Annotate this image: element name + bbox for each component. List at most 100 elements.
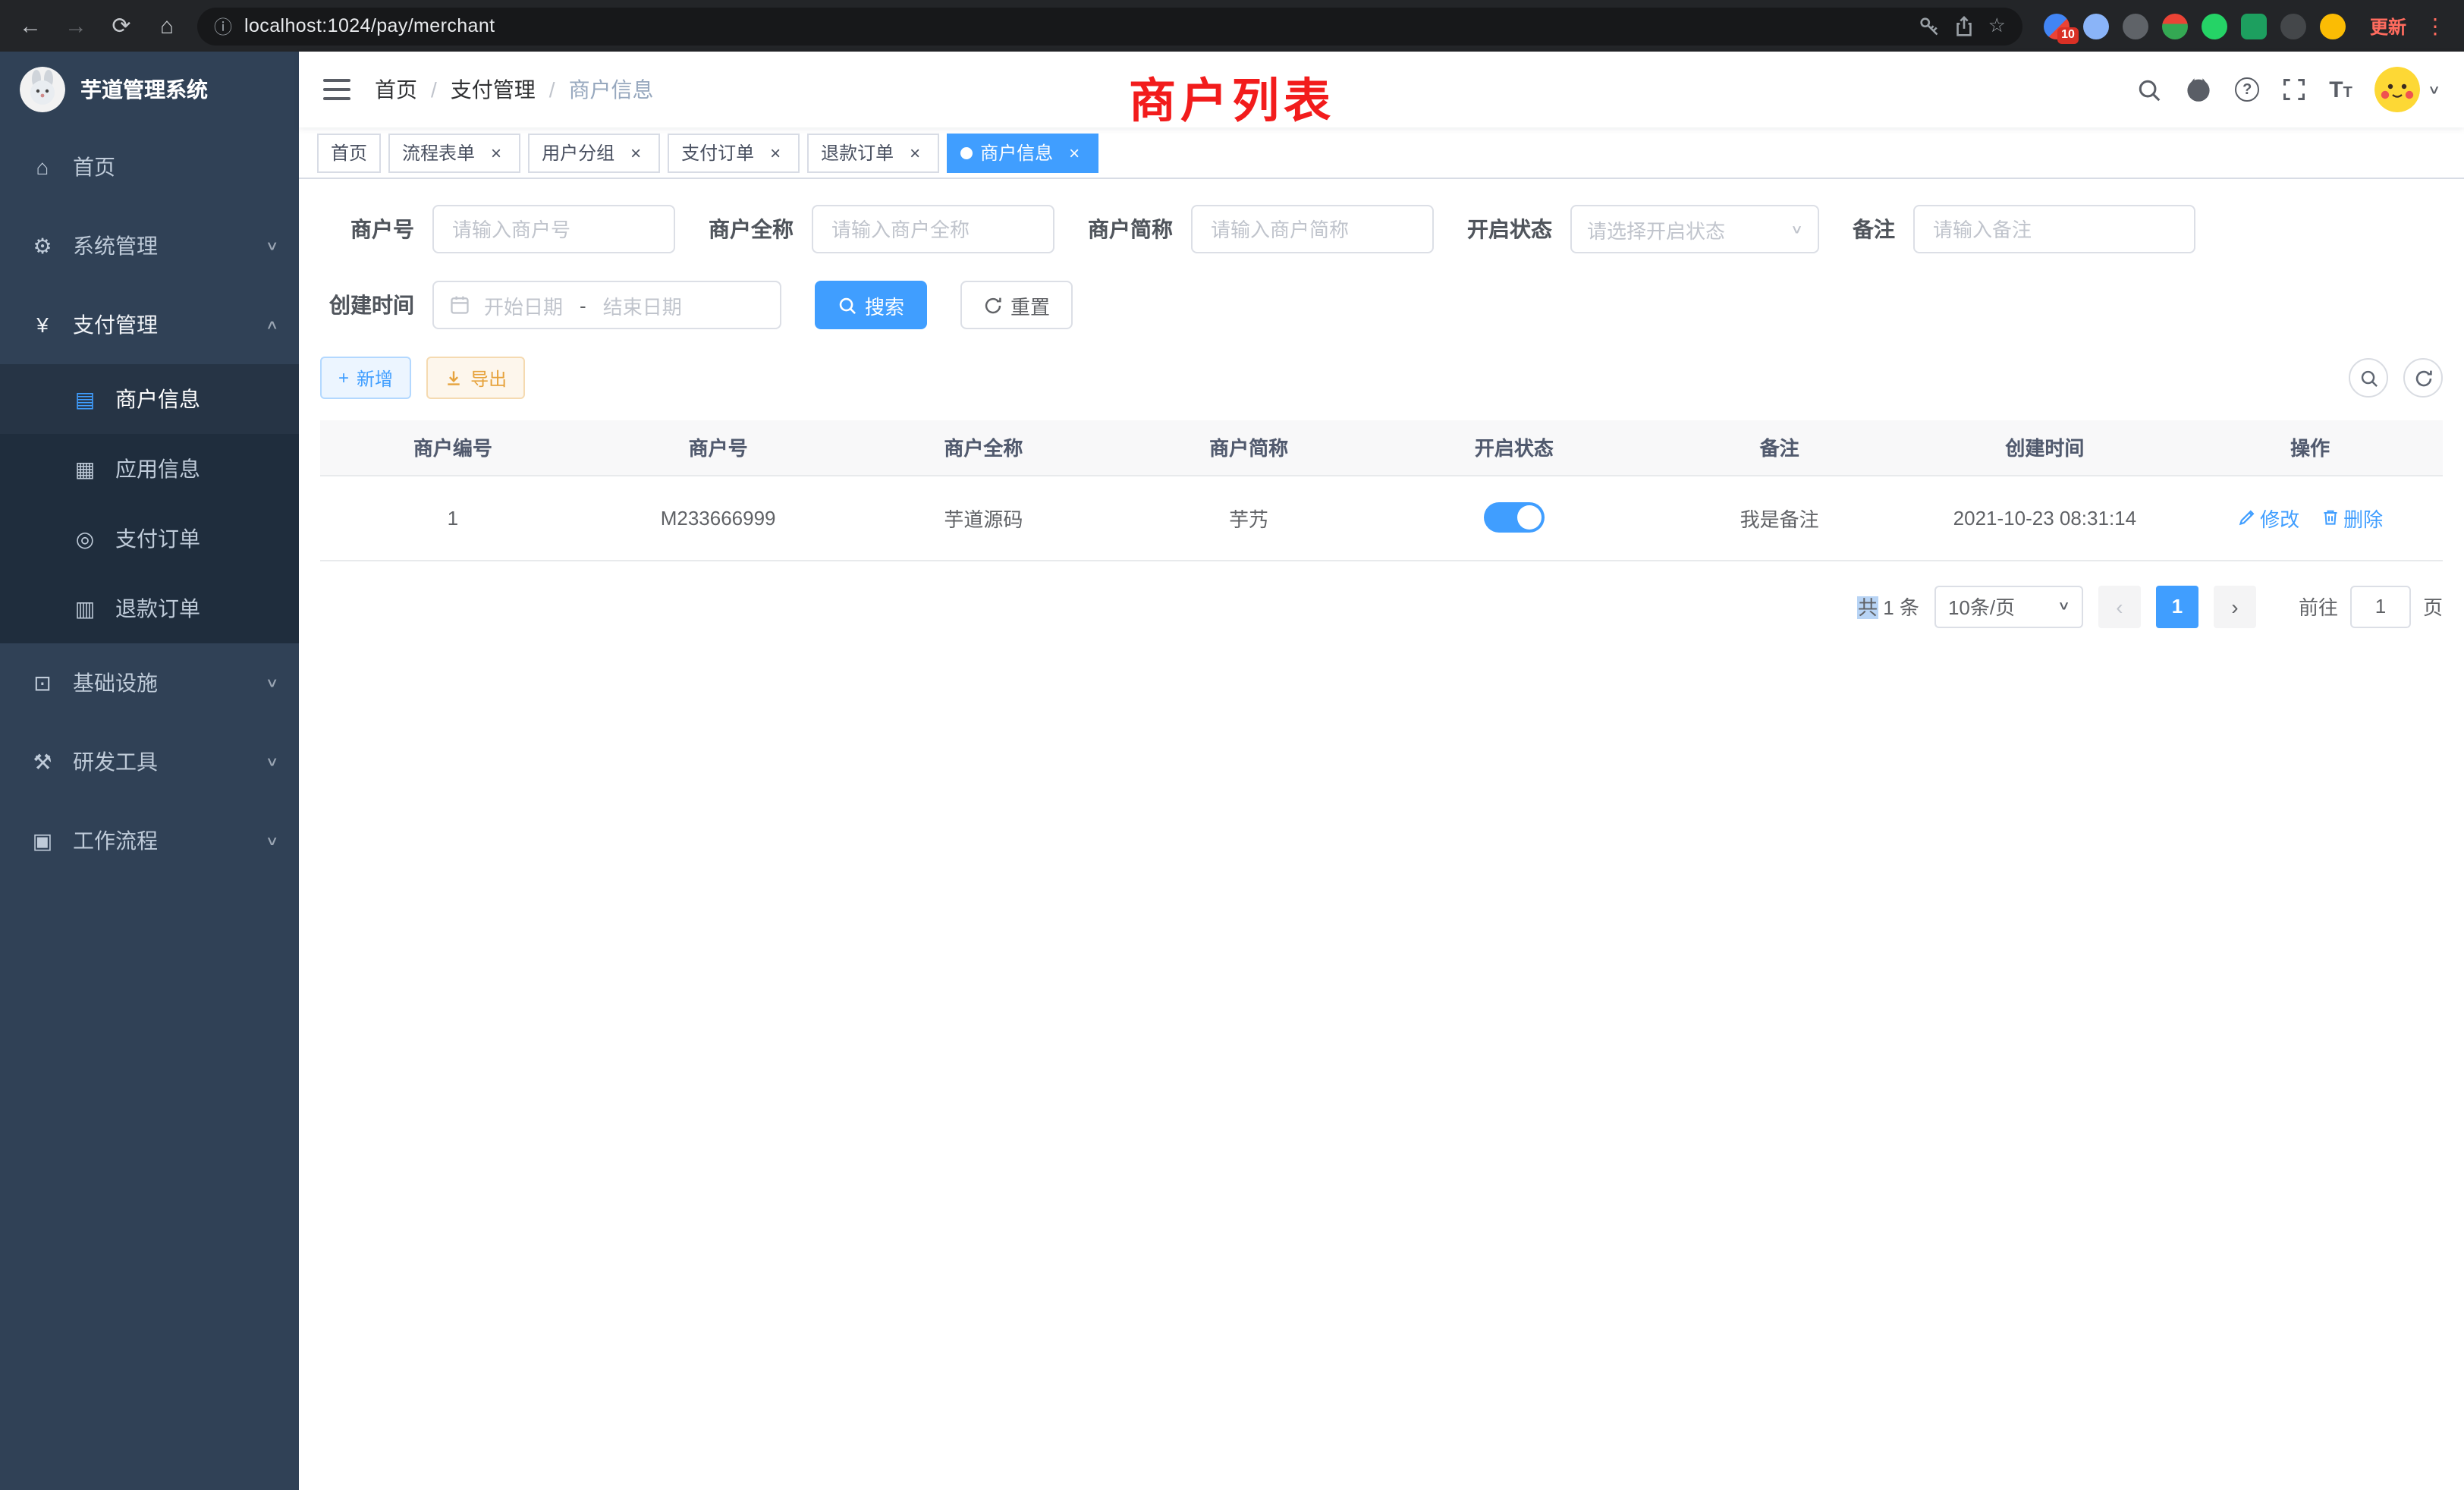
logo-avatar [20,67,65,112]
sidebar-item-merchant-info[interactable]: ▤ 商户信息 [0,364,299,434]
extension-icon[interactable] [2280,13,2306,39]
tab-process-form[interactable]: 流程表单 × [388,133,520,172]
address-bar[interactable]: ⓘ localhost:1024/pay/merchant ☆ [197,7,2022,45]
extension-icon[interactable] [2162,13,2188,39]
tab-payment-orders[interactable]: 支付订单 × [668,133,800,172]
extension-icon[interactable] [2241,13,2267,39]
cell-merchant-no: M233666999 [586,475,851,560]
font-size-icon[interactable]: TT [2329,77,2352,102]
app-logo[interactable]: 芋道管理系统 [0,52,299,127]
field-merchant-no: 商户号 [320,205,675,253]
merchant-no-input[interactable] [432,205,675,253]
close-icon[interactable]: × [765,142,786,163]
add-button[interactable]: + 新增 [320,357,411,399]
search-icon[interactable] [2136,77,2162,102]
fullscreen-icon[interactable] [2282,77,2306,102]
sidebar-item-label: 商户信息 [115,384,200,414]
col-short-name: 商户简称 [1116,420,1381,475]
remark-input[interactable] [1913,205,2195,253]
close-icon[interactable]: × [904,142,926,163]
forward-icon[interactable]: → [61,13,91,39]
page-number-1[interactable]: 1 [2156,585,2198,627]
yen-icon: ¥ [30,313,55,337]
extension-icon[interactable] [2202,13,2227,39]
close-icon[interactable]: × [486,142,507,163]
prev-page-button[interactable]: ‹ [2098,585,2141,627]
screen: ← → ⟳ ⌂ ⓘ localhost:1024/pay/merchant ☆ … [0,0,2464,1490]
tab-label: 用户分组 [542,140,614,165]
edit-link[interactable]: 修改 [2237,503,2299,532]
col-remark: 备注 [1647,420,1912,475]
short-name-input[interactable] [1191,205,1434,253]
tab-label: 退款订单 [821,140,894,165]
extensions-area: 10 [2038,13,2352,39]
site-info-icon[interactable]: ⓘ [214,13,232,39]
browser-update-button[interactable]: 更新 [2370,13,2406,39]
next-page-button[interactable]: › [2214,585,2256,627]
close-icon[interactable]: × [1064,142,1085,163]
extension-badge: 10 [2057,27,2079,43]
back-icon[interactable]: ← [15,13,46,39]
col-full-name: 商户全称 [851,420,1117,475]
sidebar-item-workflow[interactable]: ▣ 工作流程 ∨ [0,801,299,880]
field-label: 创建时间 [320,290,414,320]
tab-user-group[interactable]: 用户分组 × [528,133,660,172]
tab-label: 商户信息 [980,140,1053,165]
github-icon[interactable] [2185,76,2212,103]
password-key-icon[interactable] [1919,14,1941,37]
page-size-select[interactable]: 10条/页 ∨ [1934,585,2083,627]
reset-button[interactable]: 重置 [960,281,1073,329]
tab-home[interactable]: 首页 [317,133,381,172]
app-title: 芋道管理系统 [80,74,208,105]
status-toggle[interactable] [1484,502,1545,533]
sidebar-item-infrastructure[interactable]: ⊡ 基础设施 ∨ [0,643,299,722]
plus-icon: + [338,367,349,388]
sidebar-item-label: 支付管理 [73,310,158,340]
chevron-down-icon: ∨ [266,833,280,849]
close-icon[interactable]: × [625,142,646,163]
delete-link[interactable]: 删除 [2321,503,2383,532]
extension-icon[interactable]: 10 [2044,13,2070,39]
tools-icon: ⚒ [30,749,55,775]
sidebar-item-home[interactable]: ⌂ 首页 [0,127,299,206]
annotation-merchant-list: 商户列表 [1129,62,1335,130]
export-button[interactable]: 导出 [426,357,525,399]
profile-avatar-icon[interactable] [2320,13,2346,39]
merchant-table: 商户编号 商户号 商户全称 商户简称 开启状态 备注 创建时间 操作 1 [320,420,2443,561]
table-toolbar: + 新增 导出 [320,357,2443,399]
goto-page-input[interactable] [2350,585,2411,627]
status-select[interactable]: 请选择开启状态 ∨ [1570,205,1819,253]
sidebar-item-system[interactable]: ⚙ 系统管理 ∨ [0,206,299,285]
browser-menu-icon[interactable]: ⋮ [2425,13,2446,39]
search-button[interactable]: 搜索 [815,281,927,329]
tab-refund-orders[interactable]: 退款订单 × [807,133,939,172]
refresh-icon[interactable] [2403,358,2443,398]
create-time-range-picker[interactable]: 开始日期 - 结束日期 [432,281,781,329]
toggle-search-icon[interactable] [2349,358,2388,398]
sidebar-item-payment[interactable]: ¥ 支付管理 ∧ [0,285,299,364]
breadcrumb-separator: / [549,77,555,102]
sidebar-item-refund-orders[interactable]: ▥ 退款订单 [0,574,299,643]
user-avatar [2375,67,2421,112]
cell-actions: 修改 删除 [2177,475,2443,560]
sidebar-item-dev-tools[interactable]: ⚒ 研发工具 ∨ [0,722,299,801]
extension-icon[interactable] [2123,13,2148,39]
home-icon[interactable]: ⌂ [152,13,182,39]
reload-icon[interactable]: ⟳ [106,12,137,39]
sidebar-item-app-info[interactable]: ▦ 应用信息 [0,434,299,504]
user-menu[interactable]: ∨ [2375,67,2440,112]
share-icon[interactable] [1953,14,1976,37]
full-name-input[interactable] [812,205,1054,253]
sidebar-item-payment-orders[interactable]: ◎ 支付订单 [0,504,299,574]
field-label: 商户简称 [1088,214,1173,244]
tab-merchant-info[interactable]: 商户信息 × [947,133,1098,172]
help-icon[interactable]: ? [2235,77,2259,102]
field-label: 备注 [1853,214,1895,244]
breadcrumb-payment[interactable]: 支付管理 [451,74,536,105]
breadcrumb-home[interactable]: 首页 [375,74,417,105]
date-start-placeholder: 开始日期 [484,291,563,319]
bookmark-star-icon[interactable]: ☆ [1988,14,2006,38]
document-icon: ▥ [73,596,97,621]
extension-icon[interactable] [2083,13,2109,39]
sidebar-toggle-icon[interactable] [323,79,350,100]
